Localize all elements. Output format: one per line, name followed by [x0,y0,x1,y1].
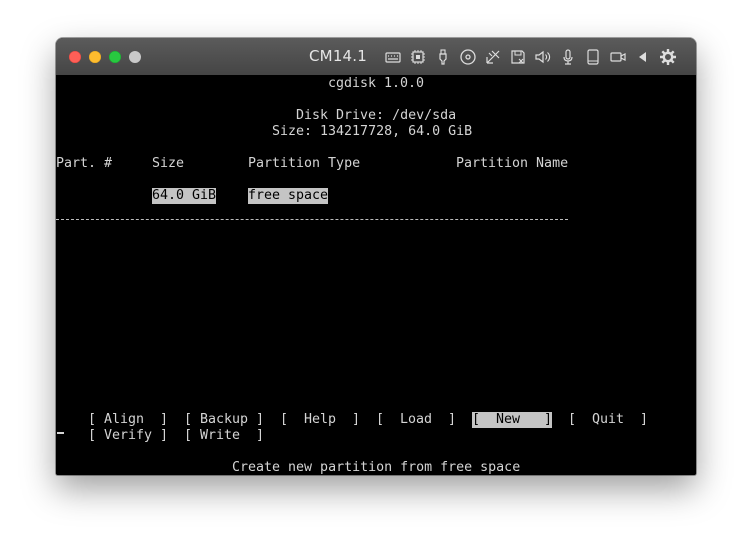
keyboard-icon[interactable] [383,47,403,67]
save-icon[interactable] [508,47,528,67]
camera-icon[interactable] [608,47,628,67]
minimize-window-button[interactable] [89,51,101,63]
header-size: Size [152,156,185,171]
close-window-button[interactable] [69,51,81,63]
verify-button[interactable]: [ Verify ] [88,428,168,444]
text-cursor [57,432,64,434]
terminal-screen[interactable]: cgdisk 1.0.0 Disk Drive: /dev/sda Size: … [56,75,696,475]
status-message: Create new partition from free space [232,460,521,475]
load-button[interactable]: [ Load ] [376,412,456,428]
app-title: cgdisk 1.0.0 [328,76,425,91]
back-icon[interactable] [633,47,653,67]
window-menu-button[interactable] [129,51,141,63]
align-button[interactable]: [ Align ] [88,412,168,428]
backup-button[interactable]: [ Backup ] [184,412,264,428]
row-type-cell[interactable]: free space [248,188,329,204]
tablet-icon[interactable] [583,47,603,67]
write-button[interactable]: [ Write ] [184,428,264,444]
title-bar: CM14.1 [56,38,696,76]
help-button[interactable]: [ Help ] [280,412,360,428]
usb-icon[interactable] [433,47,453,67]
maximize-window-button[interactable] [109,51,121,63]
disk-size-line: Size: 134217728, 64.0 GiB [272,124,473,139]
quit-button[interactable]: [ Quit ] [568,412,648,428]
microphone-icon[interactable] [558,47,578,67]
header-divider [56,219,568,220]
settings-icon[interactable] [658,47,678,67]
network-icon[interactable] [483,47,503,67]
header-part-number: Part. # [56,156,113,171]
header-partition-name: Partition Name [456,156,569,171]
row-size-cell[interactable]: 64.0 GiB [152,188,217,204]
header-partition-type: Partition Type [248,156,361,171]
cd-icon[interactable] [458,47,478,67]
volume-icon[interactable] [533,47,553,67]
window-title: CM14.1 [309,47,368,65]
disk-drive-line: Disk Drive: /dev/sda [296,108,457,123]
cpu-icon[interactable] [408,47,428,67]
emulator-window: CM14.1 cgdisk 1.0.0 Disk Drive: /dev/sda… [56,38,696,475]
new-button[interactable]: [ New ] [472,412,553,428]
